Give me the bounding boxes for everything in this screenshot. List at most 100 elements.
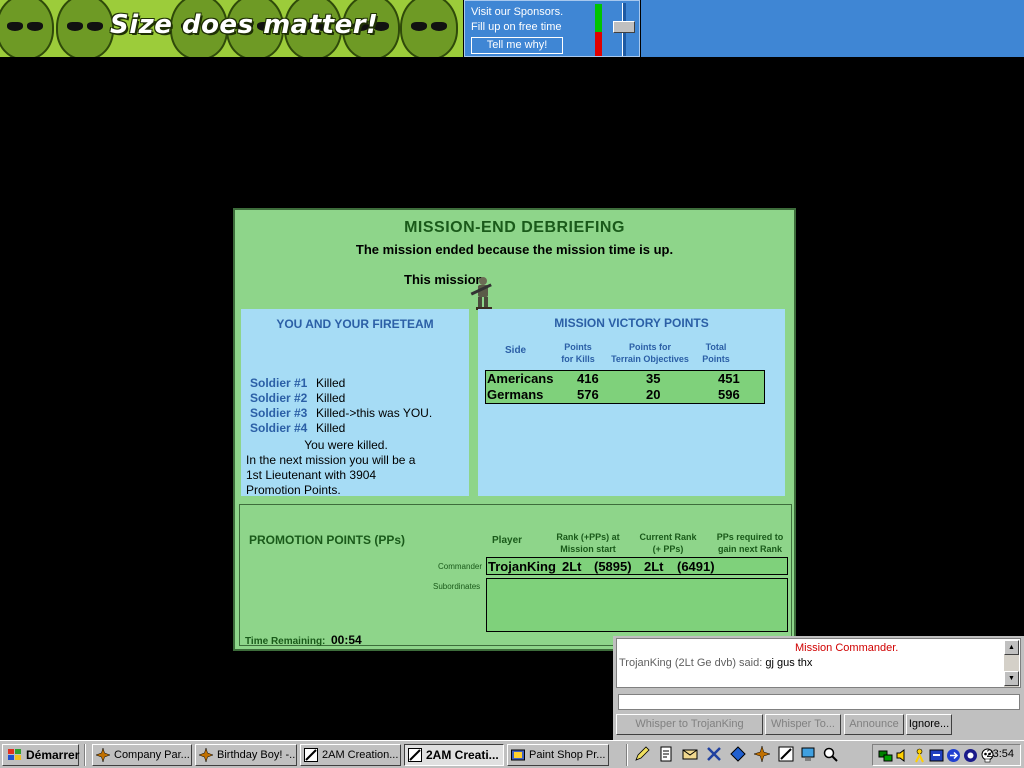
task-birthday-boy[interactable]: Birthday Boy! -... [195, 744, 297, 766]
quicklaunch-window-icon[interactable] [778, 746, 794, 762]
kills-cell: 576 [577, 387, 599, 402]
quicklaunch-document-icon[interactable] [658, 746, 674, 762]
advertisement-banner[interactable]: Size does matter! [0, 0, 463, 57]
header-line: for Kills [561, 354, 595, 364]
whisper-to-trojanking-button[interactable]: Whisper to TrojanKing [616, 714, 763, 735]
tell-me-why-button[interactable]: Tell me why! [471, 37, 563, 54]
victory-points-panel: MISSION VICTORY POINTS Side Points for K… [478, 309, 785, 496]
app-tray-icon[interactable] [929, 748, 944, 763]
terrain-cell: 35 [646, 371, 661, 386]
debriefing-window: MISSION-END DEBRIEFING The mission ended… [233, 208, 796, 651]
start-pps-cell: (5895) [594, 559, 632, 574]
chat-text: gj gus thx [762, 657, 813, 669]
soldier-status: Killed->this was YOU. [316, 406, 433, 420]
arrow-icon[interactable] [946, 748, 961, 763]
header-line: (+ PPs) [652, 544, 684, 554]
taskbar-separator [626, 744, 628, 766]
sponsor-panel: Visit our Sponsors. Fill up on free time… [464, 0, 640, 57]
alien-face-icon [0, 0, 54, 57]
terrain-cell: 20 [646, 387, 661, 402]
task-label: Birthday Boy! -... [217, 749, 297, 761]
soldier-row: Soldier #3 Killed->this was YOU. [250, 406, 432, 420]
kills-header: Points for Kills [558, 341, 598, 365]
ignore-button[interactable]: Ignore... [906, 714, 952, 735]
ad-slogan: Size does matter! [110, 10, 379, 40]
task-paint-shop-pro[interactable]: Paint Shop Pr... [507, 744, 609, 766]
task-label: 2AM Creati... [426, 748, 499, 762]
quicklaunch-tools-icon[interactable] [706, 746, 722, 762]
quicklaunch-pencil-icon[interactable] [634, 746, 650, 762]
soldier-label: Soldier #4 [250, 421, 308, 435]
chat-log[interactable]: Mission Commander. TrojanKing (2Lt Ge dv… [616, 638, 1021, 688]
header-line: Current Rank [639, 532, 697, 542]
taskbar-separator [84, 744, 86, 766]
current-rank-header: Current Rank (+ PPs) [633, 531, 703, 555]
task-company-par[interactable]: Company Par... [92, 744, 192, 766]
rank-start-header: Rank (+PPs) at Mission start [548, 531, 628, 555]
soldier-status: Killed [316, 391, 346, 405]
quicklaunch-search-icon[interactable] [822, 746, 838, 762]
network-icon[interactable] [878, 748, 893, 763]
player-cell: TrojanKing [488, 559, 556, 574]
table-row: Americans 416 35 451 [486, 371, 766, 387]
promotion-points-panel: PROMOTION POINTS (PPs) Player Rank (+PPs… [239, 504, 792, 647]
sponsor-text: Fill up on free time [471, 21, 562, 33]
total-cell: 596 [718, 387, 740, 402]
header-line: gain next Rank [717, 544, 782, 554]
scroll-down-icon[interactable]: ▼ [1004, 671, 1019, 686]
messenger-icon[interactable] [963, 748, 978, 763]
volume-icon[interactable] [895, 748, 910, 763]
header-line: Points [564, 342, 592, 352]
start-label: Démarrer [26, 748, 80, 762]
time-remaining-label: Time Remaining: [245, 636, 326, 647]
clock[interactable]: 23:54 [986, 748, 1014, 760]
header-line: Total [705, 342, 727, 352]
task-2am-creation-active[interactable]: 2AM Creati... [404, 744, 504, 766]
task-2am-creation[interactable]: 2AM Creation... [300, 744, 401, 766]
side-header: Side [505, 345, 527, 356]
scroll-up-icon[interactable]: ▲ [1004, 640, 1019, 655]
subordinates-label: Subordinates [433, 582, 481, 591]
chat-input[interactable] [618, 694, 1020, 710]
subordinates-list [486, 578, 788, 632]
debriefing-subtitle: The mission ended because the mission ti… [355, 242, 674, 257]
header-line: Rank (+PPs) at [556, 532, 620, 542]
alien-face-icon [56, 0, 114, 57]
banner-background [641, 0, 1024, 57]
debriefing-title: MISSION-END DEBRIEFING [404, 219, 625, 236]
task-label: Company Par... [114, 749, 190, 761]
header-line: Points for [629, 342, 671, 352]
header-line: Terrain Objectives [611, 354, 689, 364]
chat-scrollbar[interactable]: ▲ ▼ [1004, 640, 1019, 687]
soldier-status: Killed [316, 376, 346, 390]
volume-slider-thumb[interactable] [613, 21, 635, 33]
soldier-label: Soldier #3 [250, 406, 308, 420]
quicklaunch-diamond-icon[interactable] [730, 746, 746, 762]
next-mission-line: Promotion Points. [246, 483, 341, 497]
header-line: Mission start [560, 544, 616, 554]
kills-cell: 416 [577, 371, 599, 386]
soldier-icon [470, 277, 492, 310]
side-cell: Americans [487, 371, 554, 386]
current-pps-cell: (6491) [677, 559, 715, 574]
whisper-to-button[interactable]: Whisper To... [765, 714, 841, 735]
person-icon[interactable] [912, 748, 927, 763]
task-label: Paint Shop Pr... [529, 749, 606, 761]
chat-message: Mission Commander. [795, 642, 899, 654]
soldier-row: Soldier #2 Killed [250, 391, 345, 405]
taskbar: Démarrer Company Par... Birthday Boy! -.… [0, 740, 1024, 768]
fireteam-title: YOU AND YOUR FIRETEAM [276, 317, 434, 331]
announce-button[interactable]: Announce [844, 714, 904, 735]
start-button[interactable]: Démarrer [2, 744, 79, 766]
quicklaunch-star-icon[interactable] [754, 746, 770, 762]
quicklaunch-monitor-icon[interactable] [800, 746, 816, 762]
next-mission-info: In the next mission you will be a 1st Li… [246, 453, 446, 498]
quicklaunch-envelope-icon[interactable] [682, 746, 698, 762]
system-tray: 23:54 [872, 744, 1021, 766]
sponsor-text: Visit our Sponsors. [471, 6, 564, 18]
chat-sender: TrojanKing (2Lt Ge dvb) said: [619, 657, 763, 669]
chat-panel: Mission Commander. TrojanKing (2Lt Ge dv… [613, 636, 1024, 740]
scroll-track[interactable] [1004, 656, 1019, 670]
soldier-label: Soldier #2 [250, 391, 308, 405]
paint-shop-icon [511, 749, 525, 761]
